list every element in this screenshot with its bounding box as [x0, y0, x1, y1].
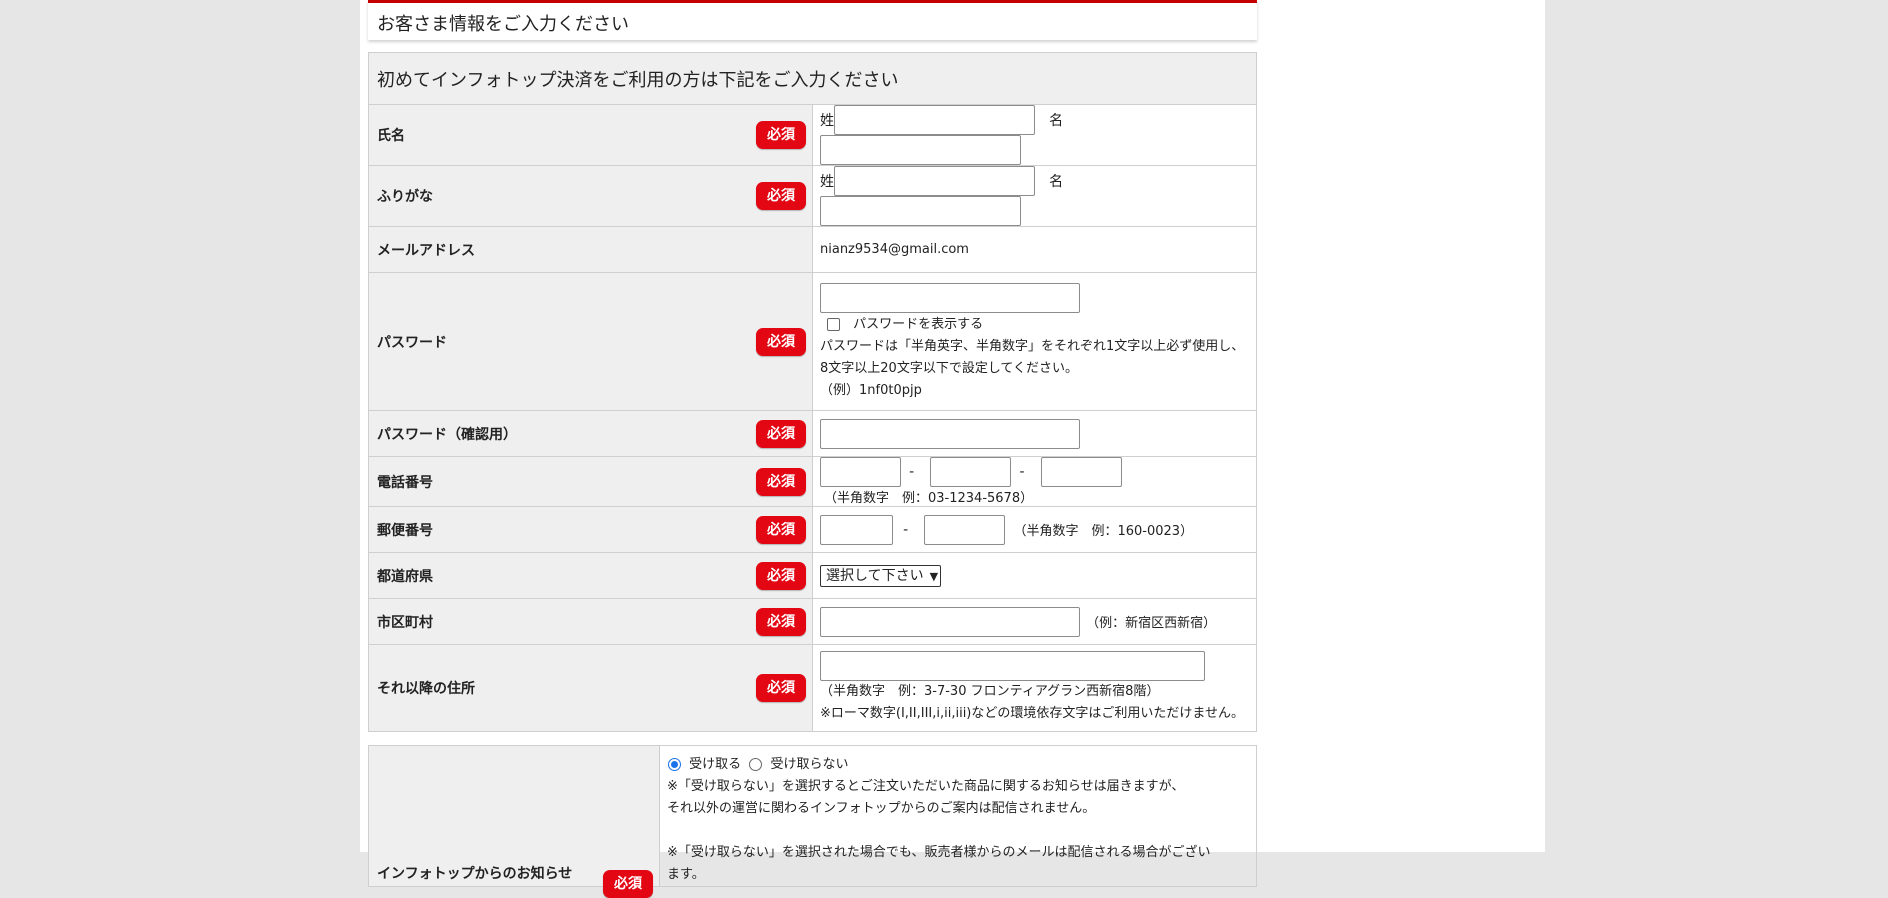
phone-sep-2: - — [1019, 464, 1025, 480]
registration-form: 初めてインフォトップ決済をご利用の方は下記をご入力ください 氏名 必須 姓 名 … — [368, 52, 1257, 732]
password-confirm-label: パスワード（確認用） — [377, 426, 517, 443]
password-rule-2: 8文字以上20文字以下で設定してください。 — [820, 361, 1079, 376]
required-badge: 必須 — [756, 515, 806, 544]
prefecture-select[interactable]: 選択して下さい ▼ — [820, 564, 942, 587]
last-kana-label: 姓 — [820, 174, 834, 190]
notice-accept-radio[interactable] — [668, 758, 681, 771]
notice-note-1: ※「受け取らない」を選択するとご注文いただいた商品に関するお知らせは届きますが、 — [667, 779, 1185, 794]
email-label: メールアドレス — [377, 242, 475, 259]
address-note: ※ローマ数字(I,II,III,i,ii,iii)などの環境依存文字はご利用いた… — [820, 706, 1244, 721]
phone-hint: （半角数字 例：03-1234-5678） — [824, 491, 1034, 506]
required-badge: 必須 — [756, 182, 806, 210]
chevron-down-icon: ▼ — [929, 569, 939, 583]
phone-part3-input[interactable] — [1040, 457, 1122, 487]
required-badge: 必須 — [756, 419, 806, 448]
row-email: メールアドレス nianz9534@gmail.com — [368, 226, 1257, 273]
notice-form: インフォトップからのお知らせ 必須 受け取る 受け取らない ※「受け取らない」を… — [368, 745, 1257, 898]
postal-sep: - — [903, 521, 909, 538]
required-badge: 必須 — [756, 327, 806, 356]
row-prefecture: 都道府県 必須 選択して下さい ▼ — [368, 552, 1257, 599]
city-label: 市区町村 — [377, 614, 433, 631]
postal-part2-input[interactable] — [924, 514, 1006, 545]
last-name-input[interactable] — [834, 105, 1035, 135]
phone-sep-1: - — [909, 464, 915, 480]
prefecture-selected: 選択して下さい — [826, 567, 924, 584]
show-password-label[interactable]: パスワードを表示する — [853, 317, 983, 332]
row-password: パスワード 必須 パスワードを表示する パスワードは「半角英字、半角数字」をそれ… — [368, 272, 1257, 411]
phone-part1-input[interactable] — [820, 457, 901, 487]
notice-note-2: それ以外の運営に関わるインフォトップからのご案内は配信されません。 — [667, 801, 1096, 816]
required-badge: 必須 — [756, 607, 806, 636]
city-hint: （例：新宿区西新宿） — [1086, 616, 1217, 631]
postal-part1-input[interactable] — [820, 514, 893, 545]
notice-note-4: ます。 — [667, 867, 705, 882]
address-hint: （半角数字 例：3-7-30 フロンティアグラン西新宿8階） — [820, 684, 1160, 699]
address-input[interactable] — [820, 651, 1205, 681]
prefecture-label: 都道府県 — [377, 568, 433, 585]
required-badge: 必須 — [603, 870, 653, 898]
email-value: nianz9534@gmail.com — [820, 242, 969, 257]
required-badge: 必須 — [756, 561, 806, 590]
section-title: お客さま情報をご入力ください — [377, 14, 629, 35]
kana-label: ふりがな — [377, 189, 433, 205]
form-caption: 初めてインフォトップ決済をご利用の方は下記をご入力ください — [368, 52, 1257, 105]
address-label: それ以降の住所 — [377, 681, 475, 697]
row-password-confirm: パスワード（確認用） 必須 — [368, 410, 1257, 457]
last-kana-input[interactable] — [834, 166, 1035, 196]
row-name: 氏名 必須 姓 名 — [368, 104, 1257, 166]
row-address: それ以降の住所 必須 （半角数字 例：3-7-30 フロンティアグラン西新宿8階… — [368, 644, 1257, 732]
first-kana-label: 名 — [1049, 174, 1064, 190]
postal-hint: （半角数字 例：160-0023） — [1013, 524, 1194, 539]
password-confirm-input[interactable] — [820, 418, 1080, 449]
password-label: パスワード — [377, 334, 447, 351]
password-example: （例）1nf0t0pjp — [820, 383, 922, 398]
row-phone: 電話番号 必須 - - （半角数字 例：03-1234-5678） — [368, 456, 1257, 507]
page-panel: お客さま情報をご入力ください 初めてインフォトップ決済をご利用の方は下記をご入力… — [360, 0, 1545, 898]
first-kana-input[interactable] — [820, 196, 1021, 226]
row-postal: 郵便番号 必須 - （半角数字 例：160-0023） — [368, 506, 1257, 553]
password-input[interactable] — [820, 283, 1080, 313]
required-badge: 必須 — [756, 674, 806, 702]
postal-label: 郵便番号 — [377, 522, 433, 539]
show-password-checkbox[interactable] — [827, 318, 840, 331]
required-badge: 必須 — [756, 121, 806, 149]
notice-note-3: ※「受け取らない」を選択された場合でも、販売者様からのメールは配信される場合がご… — [667, 845, 1211, 860]
first-name-input[interactable] — [820, 135, 1021, 165]
phone-label: 電話番号 — [377, 474, 433, 491]
notice-label: インフォトップからのお知らせ — [377, 866, 573, 882]
required-badge: 必須 — [756, 467, 806, 496]
section-header: お客さま情報をご入力ください — [368, 0, 1257, 40]
first-name-label: 名 — [1049, 113, 1064, 129]
notice-reject-radio[interactable] — [749, 758, 763, 771]
phone-part2-input[interactable] — [930, 457, 1012, 487]
row-kana: ふりがな 必須 姓 名 — [368, 165, 1257, 227]
row-city: 市区町村 必須 （例：新宿区西新宿） — [368, 598, 1257, 645]
city-input[interactable] — [820, 606, 1080, 637]
last-name-label: 姓 — [820, 113, 834, 129]
notice-reject-label[interactable]: 受け取らない — [770, 757, 848, 772]
row-notice: インフォトップからのお知らせ 必須 受け取る 受け取らない ※「受け取らない」を… — [368, 745, 1257, 898]
name-label: 氏名 — [377, 128, 405, 144]
password-rule-1: パスワードは「半角英字、半角数字」をそれぞれ1文字以上必ず使用し、 — [820, 339, 1245, 354]
notice-accept-label[interactable]: 受け取る — [689, 757, 741, 772]
form-wrapper: お客さま情報をご入力ください 初めてインフォトップ決済をご利用の方は下記をご入力… — [368, 0, 1257, 898]
